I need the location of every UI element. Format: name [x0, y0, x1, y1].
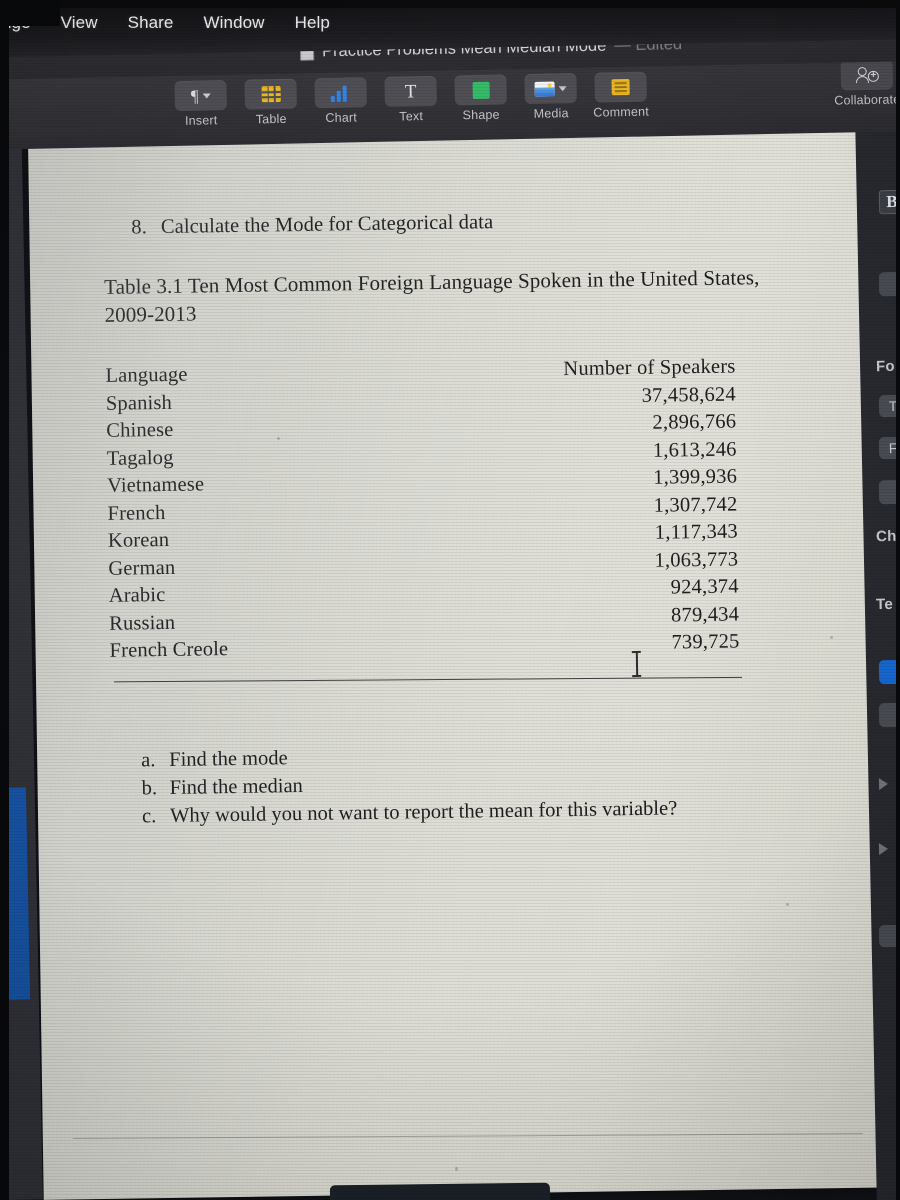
paragraph-insert-icon: ¶ [190, 86, 199, 106]
toolbar-button-comment[interactable]: Comment [587, 71, 654, 120]
toolbar-items: ¶ Insert Table Chart T Text Shape Media … [167, 71, 688, 143]
table-bottom-rule [114, 676, 743, 682]
cell-speakers: 1,613,246 [652, 438, 737, 462]
toolbar-button-chart[interactable]: Chart [307, 77, 374, 125]
question-8: 8. Calculate the Mode for Categorical da… [103, 207, 803, 240]
toolbar-button-insert[interactable]: ¶ Insert [167, 80, 234, 128]
disclosure-triangle-icon[interactable] [878, 777, 889, 791]
media-icon [534, 80, 555, 97]
toolbar-label-text: Text [399, 109, 424, 124]
format-section-font: Fo [875, 357, 896, 376]
shape-button-face[interactable] [454, 74, 507, 106]
screen-corner-shadow [0, 0, 60, 26]
insert-button-face[interactable]: ¶ [174, 80, 228, 112]
screen-edge-top [0, 0, 900, 8]
column-header-speakers: Number of Speakers [563, 355, 736, 381]
toolbar-label-comment: Comment [593, 104, 650, 120]
comment-icon [611, 78, 630, 96]
document-body[interactable]: 8. Calculate the Mode for Categorical da… [103, 207, 812, 832]
cell-speakers: 739,725 [671, 630, 740, 654]
table-button-face[interactable] [244, 78, 298, 110]
toolbar-label-media: Media [533, 106, 569, 121]
menu-bar-items: nge View Share Window Help [2, 6, 900, 40]
photo-speck [277, 437, 280, 440]
disclosure-triangle-icon[interactable] [878, 842, 889, 856]
cell-speakers: 879,434 [670, 603, 740, 627]
text-button-face[interactable]: T [384, 75, 437, 107]
add-person-icon: + [855, 66, 879, 84]
sub-question-a-text: Find the mode [169, 746, 288, 771]
cell-language: French Creole [109, 638, 229, 662]
cell-speakers: 1,063,773 [654, 548, 739, 572]
page-break-line [72, 1133, 863, 1139]
menu-item-share[interactable]: Share [128, 13, 174, 33]
shape-icon [471, 81, 490, 99]
cell-speakers: 1,399,936 [653, 465, 738, 490]
language-speakers-table: Language Number of Speakers Spanish 37,4… [105, 354, 770, 685]
menu-item-window[interactable]: Window [204, 13, 265, 33]
chevron-down-icon [202, 92, 211, 99]
sub-question-b-marker: b. [141, 777, 158, 800]
toolbar-button-media[interactable]: Media [517, 73, 584, 121]
cell-speakers: 2,896,766 [652, 410, 737, 435]
device-bottom-bar [329, 1182, 551, 1200]
text-box-icon: T [404, 80, 417, 102]
comment-button-face[interactable] [594, 71, 647, 103]
question-8-text: Calculate the Mode for Categorical data [160, 211, 494, 239]
toolbar-button-table[interactable]: Table [237, 78, 304, 126]
cell-speakers: 924,374 [670, 575, 739, 599]
toolbar-label-shape: Shape [462, 107, 500, 123]
cell-speakers: 1,117,343 [654, 520, 739, 544]
collaborate-button-face[interactable]: + [840, 59, 894, 91]
format-section-character: Ch [875, 527, 897, 546]
toolbar-label-collaborate: Collaborate [834, 92, 900, 108]
media-button-face[interactable] [524, 73, 577, 105]
sub-question-a-marker: a. [141, 748, 156, 771]
menu-item-help[interactable]: Help [295, 13, 330, 33]
toolbar-button-shape[interactable]: Shape [447, 74, 514, 122]
screen-photo: nge View Share Window Help Practice Prob… [0, 0, 900, 1200]
toolbar-label-chart: Chart [325, 110, 358, 126]
document-page[interactable]: 8. Calculate the Mode for Categorical da… [28, 127, 894, 1200]
chart-icon [330, 84, 351, 102]
sub-question-c-marker: c. [141, 805, 157, 828]
sub-questions-list: a. Find the mode b. Find the median c. W… [111, 736, 812, 831]
screen-edge-left [0, 0, 9, 1200]
sub-question-b-text: Find the median [169, 774, 304, 799]
photo-speck [786, 903, 789, 906]
text-cursor-ibeam [632, 651, 641, 677]
chevron-down-icon [558, 85, 567, 91]
table-icon [261, 85, 281, 103]
chart-button-face[interactable] [314, 77, 367, 109]
photo-speck [455, 1167, 458, 1171]
table-caption: Table 3.1 Ten Most Common Foreign Langua… [104, 265, 760, 327]
screen-edge-right [896, 0, 900, 1200]
toolbar-button-collaborate[interactable]: + Collaborate [824, 59, 900, 108]
cell-speakers: 1,307,742 [653, 493, 738, 517]
photo-speck [830, 636, 833, 639]
question-8-number: 8. [131, 216, 148, 239]
toolbar-label-table: Table [255, 111, 287, 127]
format-section-text: Te [875, 595, 894, 614]
toolbar-button-text[interactable]: T Text [377, 75, 444, 124]
toolbar-label-insert: Insert [184, 113, 218, 128]
menu-item-view[interactable]: View [61, 13, 98, 33]
cell-speakers: 37,458,624 [641, 383, 737, 407]
